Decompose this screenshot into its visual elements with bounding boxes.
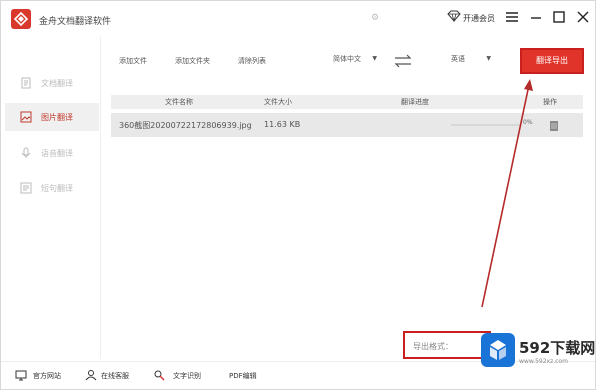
maximize-icon[interactable] xyxy=(551,9,567,25)
user-icon xyxy=(85,369,97,381)
column-header-progress: 翻译进度 xyxy=(401,98,429,106)
gear-icon[interactable]: ⚙ xyxy=(371,13,381,23)
table-row[interactable]: 360截图20200722172806939.jpg 11.63 KB 0% xyxy=(111,113,583,137)
sidebar-item-label: 短句翻译 xyxy=(41,184,73,193)
progress-percent: 0% xyxy=(523,119,533,126)
file-name-cell: 360截图20200722172806939.jpg xyxy=(119,121,252,130)
pdf-edit-link[interactable]: PDF编辑 xyxy=(229,371,257,381)
monitor-icon xyxy=(15,369,27,381)
app-logo-icon xyxy=(11,9,31,29)
minimize-icon[interactable] xyxy=(528,9,544,25)
column-header-name: 文件名称 xyxy=(165,98,193,106)
table-header: 文件名称 文件大小 翻译进度 操作 xyxy=(111,95,583,109)
sidebar: 文档翻译 图片翻译 语音翻译 短句翻译 xyxy=(1,37,101,359)
official-website-link[interactable]: 官方网站 xyxy=(33,371,61,381)
sidebar-item-label: 图片翻译 xyxy=(41,113,73,122)
clear-list-button[interactable]: 清除列表 xyxy=(238,56,266,66)
progress-bar xyxy=(451,124,521,126)
app-window: 金舟文档翻译软件 ⚙ 开通会员 文档翻译 图片翻译 语音翻译 短句翻译 添加文件… xyxy=(0,0,596,390)
chevron-down-icon: ▼ xyxy=(486,55,491,62)
translate-export-button[interactable]: 翻译导出 xyxy=(520,48,584,74)
text-recognition-link[interactable]: 文字识别 xyxy=(173,371,201,381)
source-language-select[interactable]: 简体中文 ▼ xyxy=(333,54,377,68)
add-file-button[interactable]: 添加文件 xyxy=(119,56,147,66)
column-header-size: 文件大小 xyxy=(264,98,292,106)
vip-button[interactable]: 开通会员 xyxy=(463,13,495,24)
online-support-link[interactable]: 在线客服 xyxy=(101,371,129,381)
image-icon xyxy=(20,111,32,123)
title-bar: 金舟文档翻译软件 ⚙ 开通会员 xyxy=(1,1,595,37)
sidebar-item-label: 文档翻译 xyxy=(41,79,73,88)
swap-languages-icon[interactable] xyxy=(393,54,413,68)
scan-text-icon xyxy=(153,369,165,381)
column-header-actions: 操作 xyxy=(543,98,557,106)
sidebar-item-image-translate[interactable]: 图片翻译 xyxy=(5,103,99,131)
document-icon xyxy=(20,77,32,89)
close-icon[interactable] xyxy=(575,9,591,25)
app-title: 金舟文档翻译软件 xyxy=(39,17,112,27)
watermark-text: 592下载网 xyxy=(519,339,596,357)
source-language-value: 简体中文 xyxy=(333,55,361,63)
hamburger-menu-icon[interactable] xyxy=(504,9,520,25)
target-language-value: 英语 xyxy=(451,55,465,63)
watermark-logo-icon xyxy=(481,333,515,367)
sidebar-item-sentence-translate[interactable]: 短句翻译 xyxy=(5,174,99,202)
microphone-icon xyxy=(20,147,32,159)
diamond-icon[interactable] xyxy=(447,10,461,24)
trash-icon[interactable] xyxy=(549,119,559,131)
add-folder-button[interactable]: 添加文件夹 xyxy=(175,56,210,66)
text-icon xyxy=(20,182,32,194)
sidebar-item-document-translate[interactable]: 文档翻译 xyxy=(5,69,99,97)
watermark-subtext: www.592xz.com xyxy=(519,358,568,365)
target-language-select[interactable]: 英语 ▼ xyxy=(451,54,491,68)
chevron-down-icon: ▼ xyxy=(372,55,377,62)
watermark: 592下载网 www.592xz.com xyxy=(479,331,595,371)
sidebar-item-label: 语音翻译 xyxy=(41,149,73,158)
export-format-label: 导出格式： xyxy=(413,342,453,351)
file-size-cell: 11.63 KB xyxy=(264,120,301,129)
sidebar-item-voice-translate[interactable]: 语音翻译 xyxy=(5,139,99,167)
export-format-box: 导出格式： xyxy=(403,331,491,359)
